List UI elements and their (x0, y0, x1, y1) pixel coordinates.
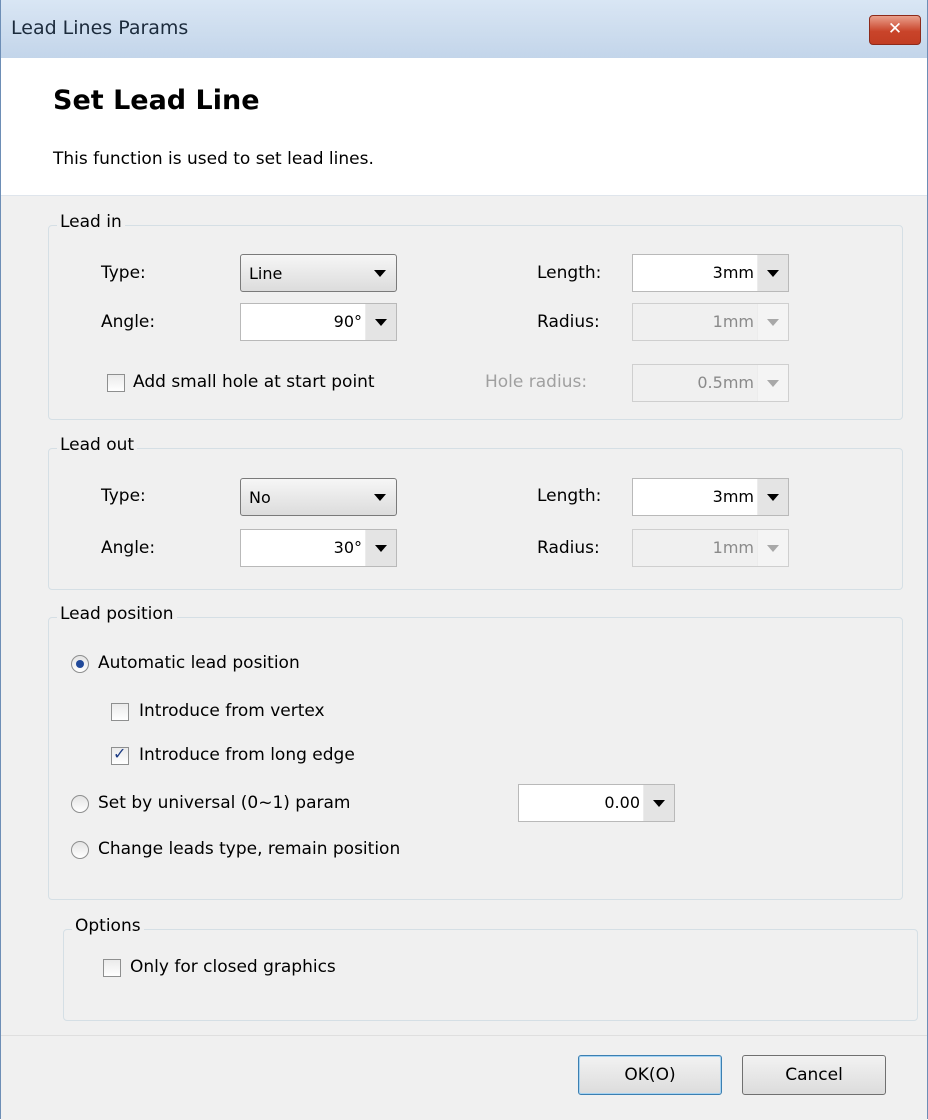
close-icon: ✕ (887, 19, 903, 39)
lead-out-legend: Lead out (57, 435, 138, 455)
lead-in-radius-dropdown[interactable] (757, 304, 788, 340)
universal-param-combo[interactable]: 0.00 (518, 784, 675, 822)
lead-out-length-value: 3mm (712, 487, 754, 506)
lead-out-length-label: Length: (537, 486, 602, 506)
lead-in-type-value: Line (249, 264, 283, 283)
hole-radius-combo[interactable]: 0.5mm (632, 364, 789, 402)
lead-in-angle-dropdown[interactable] (365, 304, 396, 340)
hole-radius-value: 0.5mm (697, 373, 754, 392)
change-type-label: Change leads type, remain position (98, 839, 401, 859)
universal-param-radio[interactable] (71, 795, 89, 813)
cancel-button[interactable]: Cancel (742, 1055, 886, 1095)
lead-in-length-value: 3mm (712, 263, 754, 282)
chevron-down-icon (374, 270, 386, 277)
hole-radius-label: Hole radius: (485, 372, 588, 392)
ok-button[interactable]: OK(O) (578, 1055, 722, 1095)
lead-lines-dialog: Lead Lines Params ✕ Set Lead Line This f… (0, 0, 928, 1120)
lead-in-radius-combo[interactable]: 1mm (632, 303, 789, 341)
lead-out-type-select[interactable]: No (240, 478, 397, 516)
auto-position-label: Automatic lead position (98, 653, 300, 673)
lead-in-length-dropdown[interactable] (757, 255, 788, 291)
chevron-down-icon (375, 319, 387, 326)
change-type-radio[interactable] (71, 841, 89, 859)
introduce-vertex-label: Introduce from vertex (139, 701, 325, 721)
checkmark-icon: ✓ (113, 744, 127, 763)
page-description: This function is used to set lead lines. (53, 149, 374, 169)
lead-in-angle-label: Angle: (101, 312, 156, 332)
lead-in-type-label: Type: (101, 263, 146, 283)
closed-only-label: Only for closed graphics (130, 957, 336, 977)
chevron-down-icon (767, 270, 779, 277)
lead-out-type-value: No (249, 488, 271, 507)
lead-out-type-label: Type: (101, 486, 146, 506)
lead-in-group: Lead in Type: Line Angle: 90° Length: 3m… (48, 212, 903, 420)
lead-out-radius-value: 1mm (712, 538, 754, 557)
lead-out-angle-label: Angle: (101, 538, 156, 558)
chevron-down-icon (374, 494, 386, 501)
close-button[interactable]: ✕ (869, 15, 921, 45)
lead-out-radius-combo[interactable]: 1mm (632, 529, 789, 567)
chevron-down-icon (767, 380, 779, 387)
chevron-down-icon (653, 800, 665, 807)
introduce-long-edge-checkbox[interactable]: ✓ (111, 744, 129, 765)
auto-position-radio[interactable] (71, 655, 89, 673)
lead-out-radius-dropdown[interactable] (757, 530, 788, 566)
title-bar: Lead Lines Params ✕ (1, 0, 927, 58)
lead-out-angle-value: 30° (333, 538, 362, 557)
introduce-vertex-checkbox[interactable] (111, 703, 129, 721)
lead-position-legend: Lead position (57, 604, 177, 624)
lead-out-angle-dropdown[interactable] (365, 530, 396, 566)
chevron-down-icon (767, 319, 779, 326)
universal-param-label: Set by universal (0~1) param (98, 793, 351, 813)
introduce-long-edge-label: Introduce from long edge (139, 745, 355, 765)
lead-in-length-label: Length: (537, 263, 602, 283)
lead-out-length-dropdown[interactable] (757, 479, 788, 515)
lead-out-group: Lead out Type: No Angle: 30° Length: 3mm… (48, 435, 903, 590)
lead-in-radius-value: 1mm (712, 312, 754, 331)
chevron-down-icon (767, 545, 779, 552)
lead-in-length-combo[interactable]: 3mm (632, 254, 789, 292)
chevron-down-icon (375, 545, 387, 552)
options-group: Options Only for closed graphics (63, 916, 918, 1021)
window-title: Lead Lines Params (11, 17, 189, 39)
lead-out-radius-label: Radius: (537, 538, 600, 558)
dialog-header: Set Lead Line This function is used to s… (1, 58, 927, 196)
lead-position-group: Lead position Automatic lead position In… (48, 604, 903, 900)
lead-out-length-combo[interactable]: 3mm (632, 478, 789, 516)
lead-in-angle-value: 90° (333, 312, 362, 331)
lead-in-legend: Lead in (57, 212, 125, 232)
dialog-footer: OK(O) Cancel (1, 1035, 927, 1120)
add-hole-checkbox[interactable] (107, 374, 125, 392)
closed-only-checkbox[interactable] (103, 959, 121, 977)
options-legend: Options (72, 916, 144, 936)
add-hole-label: Add small hole at start point (133, 372, 375, 392)
page-title: Set Lead Line (53, 85, 260, 116)
lead-in-angle-combo[interactable]: 90° (240, 303, 397, 341)
lead-out-angle-combo[interactable]: 30° (240, 529, 397, 567)
lead-in-type-select[interactable]: Line (240, 254, 397, 292)
lead-in-radius-label: Radius: (537, 312, 600, 332)
hole-radius-dropdown[interactable] (757, 365, 788, 401)
universal-param-value: 0.00 (604, 793, 640, 812)
chevron-down-icon (767, 494, 779, 501)
universal-param-dropdown[interactable] (643, 785, 674, 821)
radio-dot (76, 660, 84, 668)
